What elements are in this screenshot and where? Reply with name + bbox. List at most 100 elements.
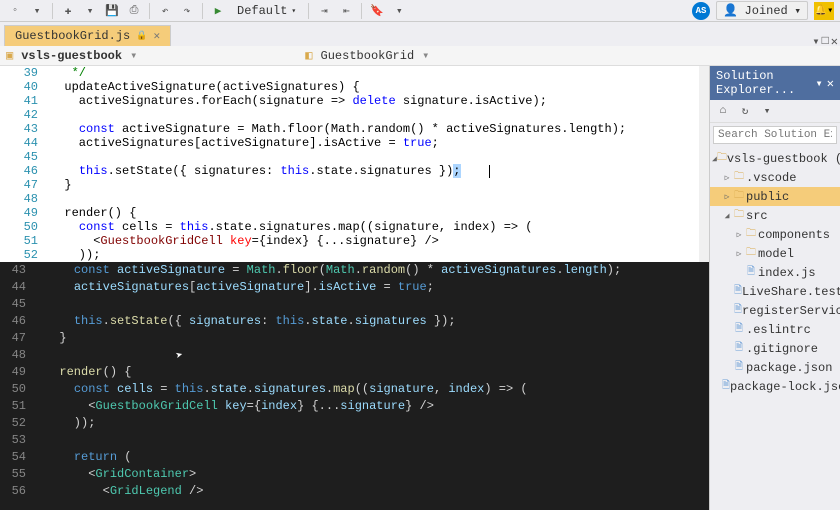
- open-button[interactable]: ▾: [81, 2, 99, 20]
- code-line[interactable]: 48: [0, 192, 709, 206]
- undo-button[interactable]: ↶: [156, 2, 174, 20]
- save-button[interactable]: 💾: [103, 2, 121, 20]
- file-icon: 🗎: [732, 340, 746, 357]
- line-number: 44: [0, 136, 50, 150]
- code-line[interactable]: 49 render() {: [0, 206, 709, 220]
- code-line[interactable]: 56 <GridLegend />: [0, 483, 709, 500]
- editor-light[interactable]: 39 */40 updateActiveSignature(activeSign…: [0, 66, 709, 262]
- nav-back-button[interactable]: ◦: [6, 2, 24, 20]
- editor-dark[interactable]: 43 const activeSignature = Math.floor(Ma…: [0, 262, 709, 510]
- liveshare-status[interactable]: 👤 Joined ▾: [716, 1, 808, 20]
- tree-file[interactable]: 🗎package.json: [710, 358, 840, 377]
- code-line[interactable]: 52 ));: [0, 415, 709, 432]
- line-number: 43: [0, 262, 40, 279]
- bookmark-button[interactable]: 🔖: [368, 2, 386, 20]
- folder-icon: 🗀: [717, 150, 727, 167]
- tree-folder[interactable]: ▷🗀model: [710, 244, 840, 263]
- run-button[interactable]: ▶: [209, 2, 227, 20]
- chevron-icon[interactable]: ▷: [722, 173, 732, 183]
- chevron-icon[interactable]: ◢: [722, 211, 732, 221]
- code-line[interactable]: 39 */: [0, 66, 709, 80]
- maximize-button[interactable]: □: [822, 34, 829, 49]
- code-line[interactable]: 47 }: [0, 178, 709, 192]
- code-line[interactable]: 50 const cells = this.state.signatures.m…: [0, 381, 709, 398]
- code-line[interactable]: 40 updateActiveSignature(activeSignature…: [0, 80, 709, 94]
- chevron-down-icon: ▾: [130, 48, 137, 63]
- step2-button[interactable]: ⇤: [337, 2, 355, 20]
- close-button[interactable]: ✕: [831, 34, 838, 49]
- code-line[interactable]: 41 activeSignatures.forEach(signature =>…: [0, 94, 709, 108]
- code-line[interactable]: 55 <GridContainer>: [0, 466, 709, 483]
- tree-folder[interactable]: ▷🗀components: [710, 225, 840, 244]
- tree-item-label: .gitignore: [746, 342, 818, 356]
- line-number: 44: [0, 279, 40, 296]
- close-icon[interactable]: ✕: [827, 76, 834, 91]
- code-line[interactable]: 50 const cells = this.state.signatures.m…: [0, 220, 709, 234]
- code-line[interactable]: 43 const activeSignature = Math.floor(Ma…: [0, 122, 709, 136]
- line-number: 46: [0, 313, 40, 330]
- collapse-button[interactable]: ▾: [758, 102, 776, 120]
- line-number: 40: [0, 80, 50, 94]
- tree-folder[interactable]: ▷🗀.vscode: [710, 168, 840, 187]
- code-line[interactable]: 43 const activeSignature = Math.floor(Ma…: [0, 262, 709, 279]
- refresh-button[interactable]: ↻: [736, 102, 754, 120]
- step-button[interactable]: ⇥: [315, 2, 333, 20]
- tree-file[interactable]: 🗎registerServiceWor: [710, 301, 840, 320]
- code-line[interactable]: 51 <GuestbookGridCell key={index} {...si…: [0, 398, 709, 415]
- close-icon[interactable]: ✕: [153, 29, 160, 43]
- tree-root[interactable]: ◢ 🗀 vsls-guestbook (C:\User: [710, 149, 840, 168]
- code-line[interactable]: 49 render() {: [0, 364, 709, 381]
- breadcrumb-project[interactable]: vsls-guestbook: [17, 49, 126, 63]
- nav-fwd-button[interactable]: ▾: [28, 2, 46, 20]
- dropdown-button[interactable]: ▾: [812, 34, 819, 49]
- tree-folder[interactable]: ◢🗀src: [710, 206, 840, 225]
- line-number: 50: [0, 220, 50, 234]
- tree-folder[interactable]: ▷🗀public: [710, 187, 840, 206]
- explorer-header[interactable]: Solution Explorer... ▾ ✕: [710, 66, 840, 100]
- tree-file[interactable]: 🗎package-lock.json: [710, 377, 840, 396]
- code-line[interactable]: 44 activeSignatures[activeSignature].isA…: [0, 279, 709, 296]
- tree-file[interactable]: 🗎index.js: [710, 263, 840, 282]
- file-tree[interactable]: ◢ 🗀 vsls-guestbook (C:\User ▷🗀.vscode▷🗀p…: [710, 147, 840, 510]
- code-line[interactable]: 54 return (: [0, 449, 709, 466]
- line-number: 54: [0, 449, 40, 466]
- line-number: 43: [0, 122, 50, 136]
- code-line[interactable]: 46 this.setState({ signatures: this.stat…: [0, 313, 709, 330]
- code-line[interactable]: 52 ));: [0, 248, 709, 262]
- tab-guestbookgrid[interactable]: GuestbookGrid.js 🔒 ✕: [4, 25, 171, 46]
- code-line[interactable]: 45: [0, 150, 709, 164]
- code-line[interactable]: 44 activeSignatures[activeSignature].isA…: [0, 136, 709, 150]
- avatar[interactable]: AS: [692, 2, 710, 20]
- main-toolbar: ◦ ▾ ✚ ▾ 💾 ⎙ ↶ ↷ ▶ Default ▾ ⇥ ⇤ 🔖 ▾ AS 👤…: [0, 0, 840, 22]
- code-text: return (: [45, 449, 131, 466]
- code-text: <GridContainer>: [45, 466, 196, 483]
- line-number: 50: [0, 381, 40, 398]
- code-line[interactable]: 51 <GuestbookGridCell key={index} {...si…: [0, 234, 709, 248]
- code-line[interactable]: 46 this.setState({ signatures: this.stat…: [0, 164, 709, 178]
- code-line[interactable]: 53: [0, 432, 709, 449]
- debug-config-dropdown[interactable]: Default ▾: [231, 2, 302, 20]
- tree-file[interactable]: 🗎.eslintrc: [710, 320, 840, 339]
- tree-file[interactable]: 🗎LiveShare.test.js: [710, 282, 840, 301]
- save-all-button[interactable]: ⎙: [125, 2, 143, 20]
- misc-button[interactable]: ▾: [390, 2, 408, 20]
- code-line[interactable]: 47 }: [0, 330, 709, 347]
- redo-button[interactable]: ↷: [178, 2, 196, 20]
- tree-file[interactable]: 🗎.gitignore: [710, 339, 840, 358]
- chevron-icon[interactable]: ▷: [734, 230, 744, 240]
- code-line[interactable]: 42: [0, 108, 709, 122]
- code-line[interactable]: 45: [0, 296, 709, 313]
- home-button[interactable]: ⌂: [714, 102, 732, 120]
- chevron-icon[interactable]: ▷: [722, 192, 732, 202]
- new-item-button[interactable]: ✚: [59, 2, 77, 20]
- project-icon: ▣: [6, 48, 13, 63]
- breadcrumb-symbol[interactable]: GuestbookGrid: [317, 49, 419, 63]
- search-input[interactable]: [713, 126, 837, 144]
- scrollbar[interactable]: [699, 66, 709, 262]
- notifications-button[interactable]: 🔔▾: [814, 2, 834, 20]
- code-text: activeSignatures[activeSignature].isActi…: [45, 279, 434, 296]
- code-line[interactable]: 48: [0, 347, 709, 364]
- pin-icon[interactable]: ▾: [816, 76, 823, 91]
- chevron-icon[interactable]: ▷: [734, 249, 744, 259]
- code-text: ));: [45, 415, 95, 432]
